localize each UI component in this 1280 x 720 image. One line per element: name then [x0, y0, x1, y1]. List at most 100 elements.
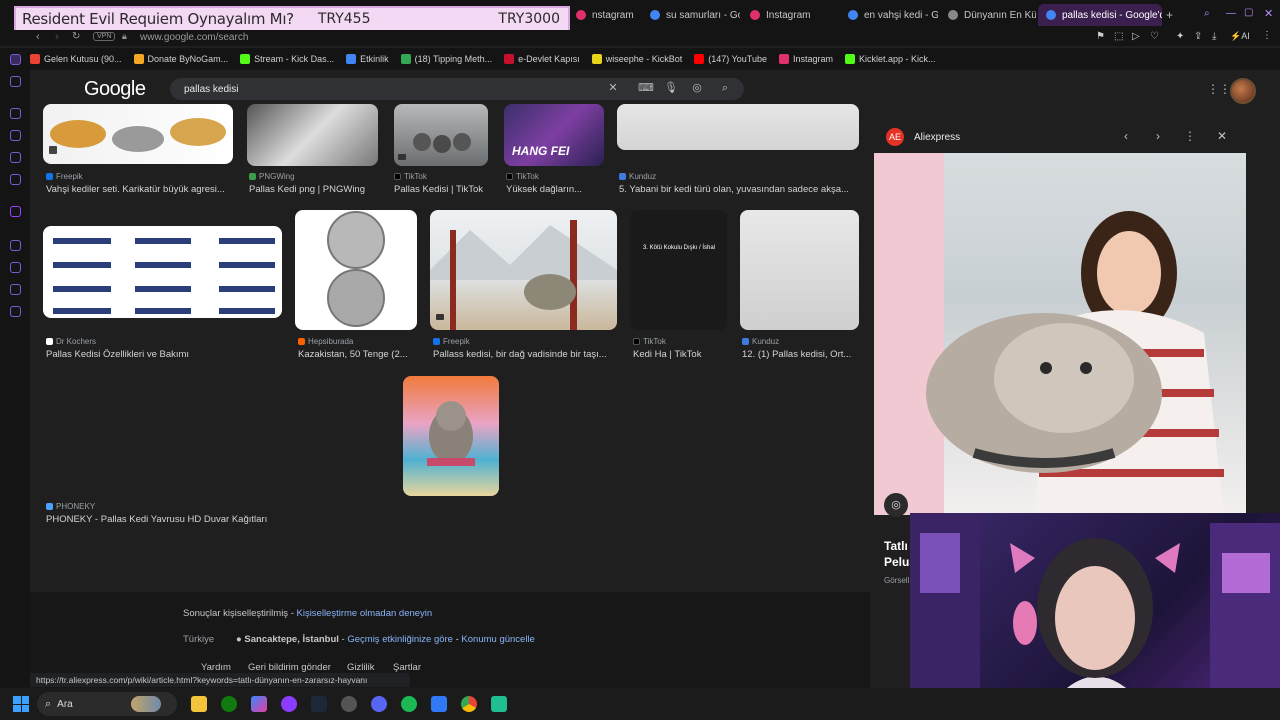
help-link[interactable]: Yardım	[201, 662, 231, 673]
bookmark-icon[interactable]: ⚑	[1096, 31, 1105, 42]
vpn-badge[interactable]: VPN	[93, 32, 116, 41]
clear-icon[interactable]: ✕	[606, 81, 620, 95]
tab-pallas-kedisi[interactable]: pallas kedisi - Google'da A	[1038, 4, 1162, 26]
url-field[interactable]: www.google.com/search	[140, 32, 248, 43]
bookmark-bynogame[interactable]: Donate ByNoGam...	[133, 54, 228, 64]
prev-icon[interactable]: ‹	[1118, 128, 1134, 144]
bookmark-kicklet[interactable]: Kicklet.app - Kick...	[845, 54, 936, 64]
result-title[interactable]: Pallas Kedisi | TikTok	[394, 184, 494, 195]
google-logo[interactable]: Google	[84, 78, 146, 101]
privacy-link[interactable]: Gizlilik	[347, 662, 374, 673]
heart-icon[interactable]: ♡	[1150, 31, 1159, 42]
try-without-personalization-link[interactable]: Kişiselleştirme olmadan deneyin	[297, 608, 433, 619]
search-input[interactable]: pallas kedisi ✕ ⌨ 🎙︎ ◎ ⌕	[170, 78, 744, 100]
sidebar-icon-9[interactable]	[10, 262, 21, 273]
steam-icon[interactable]	[311, 696, 327, 712]
keyboard-icon[interactable]: ⌨	[638, 81, 654, 95]
bookmark-kickbot[interactable]: wiseephe - KickBot	[591, 54, 682, 64]
maximize-icon[interactable]: ▢	[1244, 7, 1253, 18]
terms-link[interactable]: Şartlar	[393, 662, 421, 673]
search-tabs-icon[interactable]: ⌕	[1204, 8, 1210, 19]
sidebar-icon-2[interactable]	[10, 76, 21, 87]
sidebar-icon-4[interactable]	[10, 130, 21, 141]
tab-instagram-1[interactable]: nstagram	[568, 4, 636, 26]
home-icon[interactable]	[10, 54, 21, 65]
copilot-icon[interactable]	[251, 696, 267, 712]
sidebar-icon-8[interactable]	[10, 240, 21, 251]
sidebar-icon-5[interactable]	[10, 152, 21, 163]
sidebar-icon-10[interactable]	[10, 284, 21, 295]
bookmark-kick-dashboard[interactable]: Stream - Kick Das...	[240, 54, 334, 64]
feedback-link[interactable]: Geri bildirim gönder	[248, 662, 331, 673]
result-title[interactable]: Kedi Ha | TikTok	[633, 349, 727, 360]
result-title[interactable]: 5. Yabani bir kedi türü olan, yuvasından…	[619, 184, 859, 195]
download-icon[interactable]: ⤓	[1212, 31, 1216, 42]
windows-start-icon[interactable]	[13, 696, 29, 712]
bookmark-youtube[interactable]: (147) YouTube	[694, 54, 767, 64]
result-image[interactable]	[617, 104, 859, 150]
tab-en-vahsi-kedi[interactable]: en vahşi kedi - Go	[840, 4, 938, 26]
result-title[interactable]: Pallas Kedisi Özellikleri ve Bakımı	[46, 349, 286, 360]
history-link[interactable]: Geçmiş etkinliğinize göre	[347, 634, 453, 645]
menu-dots-icon[interactable]: ⋮	[1262, 30, 1272, 41]
result-title[interactable]: Pallas Kedi png | PNGWing	[249, 184, 389, 195]
result-image[interactable]	[43, 104, 233, 164]
tab-su-samurlari[interactable]: su samurları - Goo	[642, 4, 740, 26]
more-icon[interactable]: ⋮	[1182, 128, 1198, 144]
bookmark-tipping[interactable]: (18) Tipping Meth...	[400, 54, 492, 64]
result-title[interactable]: Yüksek dağların...	[506, 184, 606, 195]
avatar[interactable]	[1230, 78, 1256, 104]
bookmark-etkinlik[interactable]: Etkinlik	[346, 54, 389, 64]
update-location-link[interactable]: Konumu güncelle	[461, 634, 534, 645]
tab-dunyanin-en-kucuk[interactable]: Dünyanın En Küçü	[940, 4, 1036, 26]
bookmark-instagram[interactable]: Instagram	[778, 54, 833, 64]
close-icon[interactable]: ✕	[1214, 128, 1230, 144]
app-icon[interactable]	[431, 696, 447, 712]
result-image[interactable]	[403, 376, 499, 496]
chrome-icon[interactable]	[461, 696, 477, 712]
streamlabs-icon[interactable]	[491, 696, 507, 712]
search-icon[interactable]: ⌕	[718, 81, 732, 95]
reload-icon[interactable]: ↻	[72, 31, 80, 42]
screenshot-icon[interactable]: ⬚	[1114, 31, 1123, 42]
minimize-icon[interactable]: —	[1226, 8, 1236, 19]
taskbar-search[interactable]: ⌕ Ara	[37, 692, 177, 716]
result-image[interactable]	[247, 104, 378, 166]
next-icon[interactable]: ›	[1150, 128, 1166, 144]
result-image[interactable]: HANG FEI	[504, 104, 604, 166]
result-image[interactable]	[43, 226, 282, 318]
discord-icon[interactable]	[371, 696, 387, 712]
result-title[interactable]: Vahşi kediler seti. Karikatür büyük agre…	[46, 184, 242, 195]
result-title[interactable]: PHONEKY - Pallas Kedi Yavrusu HD Duvar K…	[46, 514, 346, 525]
sidebar-icon-6[interactable]	[10, 174, 21, 185]
forward-icon[interactable]: ›	[55, 31, 59, 43]
obs-icon[interactable]	[341, 696, 357, 712]
preview-image[interactable]	[874, 153, 1246, 515]
play-icon[interactable]: ▷	[1132, 31, 1140, 42]
new-tab-icon[interactable]: +	[1166, 8, 1173, 22]
settings-icon[interactable]	[10, 306, 21, 317]
back-icon[interactable]: ‹	[36, 31, 40, 43]
opera-gx-icon[interactable]	[281, 696, 297, 712]
spotify-icon[interactable]	[401, 696, 417, 712]
result-image[interactable]	[295, 210, 417, 330]
bookmark-gmail[interactable]: Gelen Kutusu (90...	[30, 54, 122, 64]
share-icon[interactable]: ⇪	[1194, 31, 1202, 42]
mic-icon[interactable]: 🎙︎	[664, 81, 678, 95]
close-window-icon[interactable]: ✕	[1264, 7, 1273, 20]
sidebar-icon-3[interactable]	[10, 108, 21, 119]
extensions-icon[interactable]: ✦	[1176, 31, 1184, 42]
preview-source[interactable]: Aliexpress	[914, 132, 960, 143]
ai-icon[interactable]: ⚡AI	[1230, 31, 1250, 42]
tab-instagram-2[interactable]: Instagram	[742, 4, 838, 26]
result-image[interactable]	[394, 104, 488, 166]
file-explorer-icon[interactable]	[191, 696, 207, 712]
twitch-icon[interactable]	[10, 206, 21, 217]
bookmark-edevlet[interactable]: e-Devlet Kapısı	[504, 54, 580, 64]
result-title[interactable]: Pallass kedisi, bir dağ vadisinde bir ta…	[433, 349, 615, 360]
result-title[interactable]: 12. (1) Pallas kedisi, Ort...	[742, 349, 860, 360]
result-image[interactable]	[430, 210, 617, 330]
result-image[interactable]	[740, 210, 859, 330]
lens-icon[interactable]: ◎	[690, 81, 704, 95]
xbox-icon[interactable]	[221, 696, 237, 712]
